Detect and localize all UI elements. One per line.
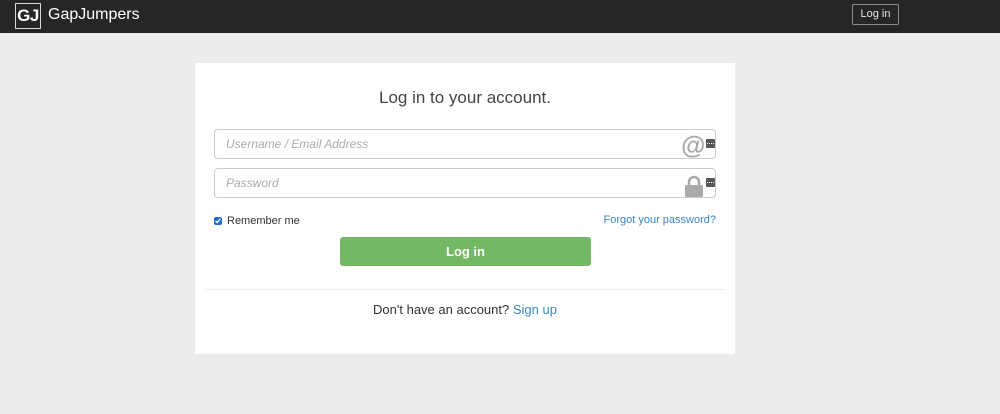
lock-icon xyxy=(685,175,703,197)
brand-logo[interactable]: GJ xyxy=(15,3,41,29)
password-input[interactable] xyxy=(215,169,675,197)
login-submit-button[interactable]: Log in xyxy=(340,237,591,266)
remember-me-checkbox[interactable] xyxy=(214,217,222,225)
remember-me: Remember me xyxy=(214,214,300,228)
signup-prompt: Don't have an account? xyxy=(373,302,510,317)
brand-name[interactable]: GapJumpers xyxy=(48,5,140,25)
page-title: Log in to your account. xyxy=(378,88,551,107)
signup-row: Don't have an account? Sign up xyxy=(195,302,735,318)
divider xyxy=(205,289,725,290)
top-navbar: GJ GapJumpers Log in xyxy=(0,0,1000,33)
signup-link[interactable]: Sign up xyxy=(513,302,557,317)
username-field: @ xyxy=(214,129,716,160)
forgot-password-link[interactable]: Forgot your password? xyxy=(604,213,717,227)
password-manager-icon[interactable] xyxy=(706,139,715,148)
remember-me-label[interactable]: Remember me xyxy=(227,214,300,228)
at-icon: @ xyxy=(681,132,706,160)
username-input[interactable] xyxy=(215,130,675,158)
login-card: Log in to your account. @ Remember me Fo… xyxy=(195,63,735,354)
password-manager-icon[interactable] xyxy=(706,178,715,187)
navbar-login-button[interactable]: Log in xyxy=(852,4,899,25)
password-field xyxy=(214,168,716,198)
